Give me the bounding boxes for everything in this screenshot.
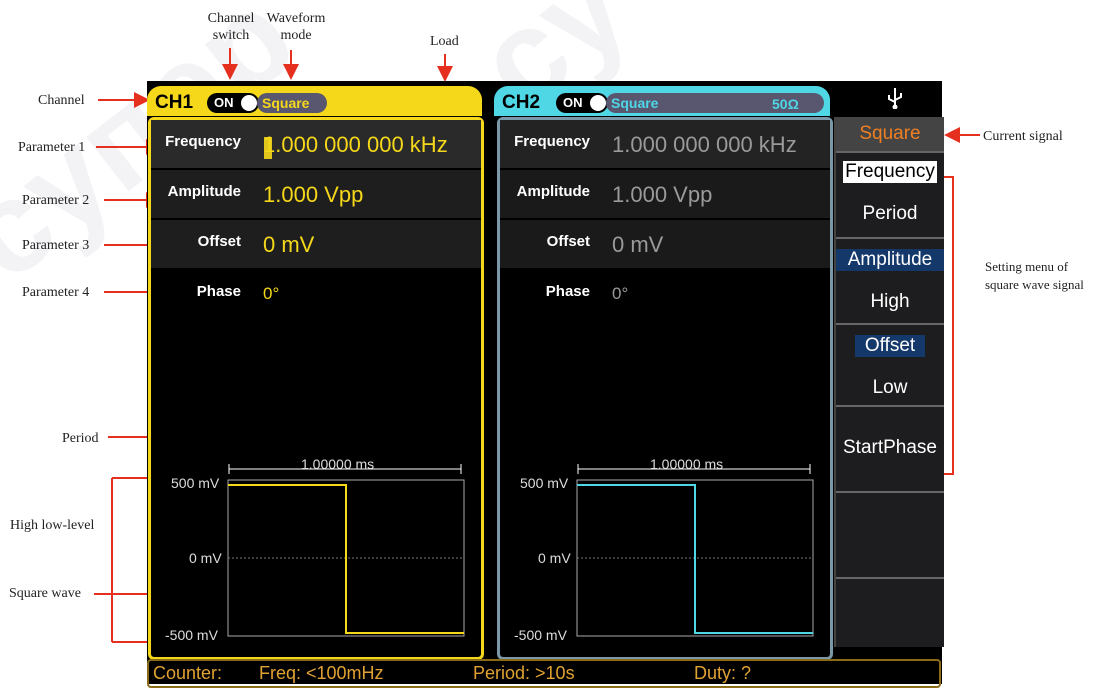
- annotation-parameter-3: Parameter 3: [22, 238, 90, 253]
- ch2-period-label: 1.00000 ms: [650, 456, 724, 472]
- ch1-waveform-mode[interactable]: Square: [257, 93, 327, 113]
- menu-frequency[interactable]: Frequency: [843, 161, 937, 183]
- ch1-y-top: 500 mV: [171, 475, 220, 491]
- param-value[interactable]: 1.000 000 000 kHz: [263, 132, 448, 158]
- ch2-y-top: 500 mV: [520, 475, 569, 491]
- param-value[interactable]: 0 mV: [612, 232, 663, 258]
- ch2-header[interactable]: CH2 ON Square 50Ω: [494, 86, 830, 116]
- ch1-y-bot: -500 mV: [165, 627, 218, 643]
- param-value[interactable]: 1.000 000 000 kHz: [612, 132, 797, 158]
- ch1-name: CH1: [155, 92, 194, 113]
- ch2-param-phase[interactable]: Phase 0°: [500, 270, 830, 318]
- ch2-name: CH2: [502, 92, 541, 113]
- param-label: Phase: [545, 283, 590, 300]
- menu-amplitude-high[interactable]: Amplitude High: [836, 239, 944, 325]
- usb-icon: [888, 88, 902, 109]
- counter-period: Period: >10s: [473, 663, 575, 683]
- annotation-high-low-level: High low-level: [10, 518, 95, 533]
- generator-screen: CH1 ON Square 50Ω CH2 ON Square 50Ω Freq…: [147, 81, 944, 688]
- menu-startphase[interactable]: StartPhase: [836, 407, 944, 493]
- menu-current-signal: Square: [836, 117, 944, 153]
- param-value[interactable]: 0°: [612, 284, 628, 304]
- ch2-param-frequency[interactable]: Frequency 1.000 000 000 kHz: [500, 120, 830, 168]
- param-label: Offset: [197, 233, 241, 250]
- ch1-header[interactable]: CH1 ON Square 50Ω: [147, 86, 482, 116]
- ch2-switch-label: ON: [563, 95, 583, 110]
- param-label: Offset: [546, 233, 590, 250]
- annotation-channel: Channel: [38, 93, 85, 108]
- annotation-period: Period: [62, 431, 99, 446]
- ch2-wave-label: Square: [611, 95, 659, 111]
- ch1-load[interactable]: 50Ω: [427, 96, 454, 112]
- param-label: Frequency: [514, 133, 590, 150]
- param-label: Amplitude: [167, 183, 241, 200]
- ch1-param-phase[interactable]: Phase 0°: [151, 270, 481, 318]
- ch1-y-mid: 0 mV: [189, 550, 222, 566]
- counter-label: Counter:: [153, 663, 223, 683]
- annotation-square-wave: Square wave: [9, 586, 81, 601]
- ch2-y-bot: -500 mV: [514, 627, 567, 643]
- annotation-parameter-4: Parameter 4: [22, 285, 90, 300]
- param-label: Amplitude: [516, 183, 590, 200]
- annotation-channel-switch: Channel switch: [207, 11, 255, 43]
- menu-frequency-period[interactable]: Frequency Period: [836, 153, 944, 239]
- ch1-panel: Frequency 1.000 000 000 kHz Amplitude 1.…: [148, 117, 484, 660]
- menu-startphase-label[interactable]: StartPhase: [836, 437, 944, 459]
- counter-duty: Duty: ?: [694, 663, 752, 683]
- ch2-load[interactable]: 50Ω: [772, 96, 799, 112]
- toggle-knob: [241, 95, 257, 111]
- counter-freq: Freq: <100mHz: [259, 663, 384, 683]
- menu-empty-6[interactable]: [836, 579, 944, 645]
- ch1-output-switch[interactable]: ON: [207, 93, 259, 113]
- annotation-current-signal: Current signal: [983, 129, 1063, 144]
- ch2-param-offset[interactable]: Offset 0 mV: [500, 220, 830, 268]
- ch1-period-label: 1.00000 ms: [301, 456, 375, 472]
- menu-empty-5[interactable]: [836, 493, 944, 579]
- menu-offset[interactable]: Offset: [855, 335, 925, 357]
- ch2-param-amplitude[interactable]: Amplitude 1.000 Vpp: [500, 170, 830, 218]
- ch1-param-offset[interactable]: Offset 0 mV: [151, 220, 481, 268]
- param-value[interactable]: 1.000 Vpp: [263, 182, 363, 208]
- param-value[interactable]: 0°: [263, 284, 279, 304]
- ch1-switch-label: ON: [214, 95, 234, 110]
- toggle-knob: [590, 95, 606, 111]
- annotation-waveform-mode: Waveform mode: [266, 11, 326, 43]
- annotation-load: Load: [430, 34, 459, 49]
- ch1-param-frequency[interactable]: Frequency 1.000 000 000 kHz: [151, 120, 481, 168]
- current-signal-label: Square: [859, 123, 921, 144]
- edit-cursor: [264, 137, 272, 159]
- annotation-parameter-2: Parameter 2: [22, 193, 90, 208]
- softkey-menu: Square Frequency Period Amplitude High O…: [834, 117, 944, 647]
- menu-high[interactable]: High: [836, 291, 944, 313]
- ch2-output-switch[interactable]: ON: [556, 93, 608, 113]
- param-value[interactable]: 0 mV: [263, 232, 314, 258]
- menu-offset-low[interactable]: Offset Low: [836, 325, 944, 407]
- param-value[interactable]: 1.000 Vpp: [612, 182, 712, 208]
- menu-low[interactable]: Low: [836, 377, 944, 399]
- annotation-parameter-1: Parameter 1: [18, 140, 86, 155]
- ch1-param-amplitude[interactable]: Amplitude 1.000 Vpp: [151, 170, 481, 218]
- ch1-wave-label: Square: [262, 95, 310, 111]
- menu-period[interactable]: Period: [836, 203, 944, 225]
- param-label: Phase: [196, 283, 241, 300]
- annotation-setting-menu: Setting menu of square wave signal: [985, 259, 1084, 292]
- param-label: Frequency: [165, 133, 241, 150]
- menu-amplitude[interactable]: Amplitude: [836, 249, 944, 271]
- ch2-y-mid: 0 mV: [538, 550, 571, 566]
- ch2-panel: Frequency 1.000 000 000 kHz Amplitude 1.…: [497, 117, 833, 660]
